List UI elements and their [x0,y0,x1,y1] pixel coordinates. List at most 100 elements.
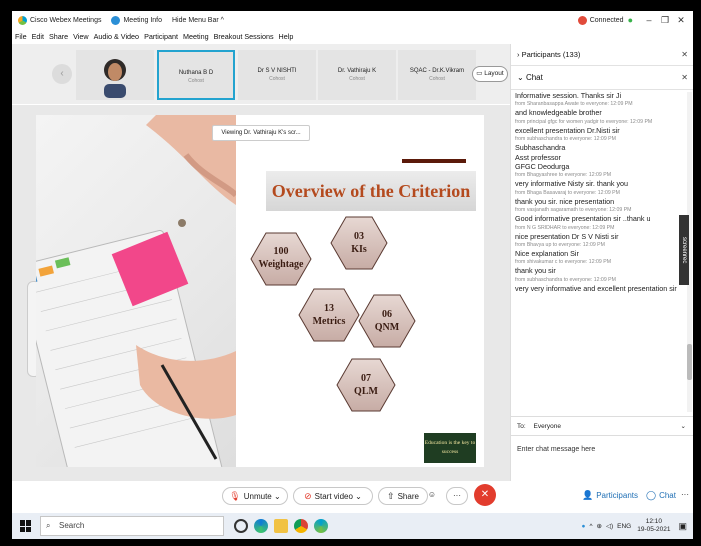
chat-message: thank you sir. nice presentation [515,196,615,206]
notification-icon[interactable]: ▣ [678,521,687,532]
self-video-tile[interactable] [76,50,154,100]
hex-number: 13 [324,303,334,314]
hexagon-qnm: 06 QNM [358,294,416,348]
chat-message-meta: from Sharanbasappa Awate to everyone: 12… [515,101,633,108]
meeting-info-label: Meeting Info [123,16,162,24]
more-options-button[interactable]: ··· [446,487,468,505]
participant-tile-2[interactable]: Dr S V NISHTI Cohost [238,50,316,100]
participant-strip: ‹ Nuthana B D Cohost Dr S V NISHTI Cohos… [12,44,510,104]
chat-message: excellent presentation Dr.Nisti sir [515,125,620,135]
hide-menu-label: Hide Menu Bar ^ [172,16,224,24]
menu-help[interactable]: Help [279,32,294,41]
volume-icon[interactable]: ◁) [606,522,613,530]
chat-title: Chat [525,73,543,82]
participant-tile-1[interactable]: Nuthana B D Cohost [157,50,235,100]
webex-window: Cisco Webex Meetings Meeting Info Hide M… [12,11,693,539]
chat-message-meta: from Bhagyashree to everyone: 12:09 PM [515,172,612,179]
clock[interactable]: 12:10 19-05-2021 [637,518,670,534]
start-video-button[interactable]: ⊘ Start video ⌄ [293,487,373,505]
webex-logo-icon [18,15,27,25]
search-icon: ⌕ [46,521,51,530]
chat-scroll-thumb[interactable] [687,344,692,380]
participants-count: Participants (133) [521,50,581,59]
network-icon[interactable]: ⊕ [597,522,602,530]
menu-bar: File Edit Share View Audio & Video Parti… [12,29,693,43]
close-chat-icon[interactable]: ✕ [681,66,688,90]
participants-label: Participants [596,491,638,500]
menu-audio-video[interactable]: Audio & Video [94,32,139,41]
right-panel: › Participants (133) ✕ ⌄ Chat ✕ Informat… [510,44,693,481]
slide-title: Overview of the Criterion [266,171,476,211]
chat-button[interactable]: ◯ Chat [644,487,678,505]
unmute-label: Unmute [243,492,272,501]
strip-prev-button[interactable]: ‹ [52,64,72,84]
menu-share[interactable]: Share [49,32,68,41]
connected-icon [577,15,587,25]
chat-icon: ◯ [646,490,657,500]
restore-icon[interactable]: ❐ [657,15,673,26]
hexagon-metrics: 13 Metrics [298,288,360,342]
reactions-button[interactable]: ☺ [422,487,442,505]
chat-log[interactable]: Informative session. Thanks sir Ji from … [515,91,685,411]
chat-message-meta: from N G SRIDHAR to everyone: 12:09 PM [515,224,615,231]
search-placeholder: Search [59,521,85,530]
chat-panel-header[interactable]: ⌄ Chat ✕ [511,66,693,90]
chat-message-meta: from Bhaga Basavaraj to everyone: 12:09 … [515,189,620,196]
windows-start-icon[interactable] [20,520,32,532]
leave-meeting-button[interactable]: ✕ [474,484,496,506]
hide-menu-bar-button[interactable]: Hide Menu Bar ^ [172,17,224,24]
task-view-icon[interactable] [234,519,248,533]
chevron-down-icon: ⌄ [517,73,526,82]
hexagon-qlm: 07 QLM [336,358,396,412]
chat-message-input[interactable]: Enter chat message here [517,442,687,476]
taskbar-search-box[interactable]: ⌕ Search [40,516,224,536]
tray-app-icon[interactable]: ● [582,523,586,530]
windows-taskbar: ⌕ Search ● ^ ⊕ ◁) ENG 12:10 19-05-2021 ▣ [12,513,693,539]
close-icon[interactable]: ✕ [673,15,689,26]
menu-participant[interactable]: Participant [144,32,178,41]
chat-recipient-select[interactable]: To: Everyone ⌄ [511,416,693,436]
system-tray: ● ^ ⊕ ◁) ENG 12:10 19-05-2021 ▣ [582,517,687,535]
layout-button[interactable]: ▭ Layout [472,66,508,82]
menu-meeting[interactable]: Meeting [183,32,209,41]
menu-file[interactable]: File [15,32,27,41]
photo-illustration [36,115,236,467]
close-participants-icon[interactable]: ✕ [681,44,688,66]
menu-view[interactable]: View [73,32,88,41]
chat-message-meta: from principal gfgc for women yadgir to … [515,118,653,125]
chat-message: GFGC Deodurga [515,162,570,172]
webex-taskbar-icon[interactable] [314,519,328,533]
menu-edit[interactable]: Edit [32,32,44,41]
participant-role: Cohost [269,76,285,82]
share-button[interactable]: ⇧ Share [378,487,428,505]
title-bar-right: Connected ● – ❐ ✕ [577,11,689,29]
chat-message: Nice explanation Sir [515,249,579,259]
shared-screen-area: Viewing Dr. Vathiraju K's scr... Overvie… [12,105,510,481]
video-off-icon: ⊘ [304,491,312,501]
file-explorer-icon[interactable] [274,519,288,533]
slide-title-decoration [402,159,466,163]
edge-icon[interactable] [254,519,268,533]
hexagon-kis: 03 KIs [330,216,388,270]
share-icon: ⇧ [387,491,395,501]
chrome-icon[interactable] [294,519,308,533]
meeting-info-button[interactable]: Meeting Info [111,15,162,25]
chat-message-meta: from Bhavya up to everyone: 12:09 PM [515,242,605,249]
chevron-up-icon[interactable]: ^ [589,523,592,530]
unmute-button[interactable]: 🎙 Unmute ⌄ [222,487,288,505]
menu-breakout-sessions[interactable]: Breakout Sessions [214,32,274,41]
app-title-text: Cisco Webex Meetings [30,16,102,24]
language-indicator[interactable]: ENG [617,523,631,530]
panel-more-button[interactable]: ··· [678,487,692,505]
to-label: To: [517,423,526,430]
participants-panel-header[interactable]: › Participants (133) ✕ [511,44,693,66]
chat-message: Subhaschandra [515,143,566,153]
connection-status[interactable]: Connected [590,17,624,24]
participant-tile-4[interactable]: SQAC - Dr.K.Vikram Cohost [398,50,476,100]
participant-tile-3[interactable]: Dr. Vathiraju K Cohost [318,50,396,100]
participant-role: Cohost [188,78,204,84]
participants-button[interactable]: 👤 Participants [578,487,642,505]
education-badge: Education is the key to success [424,433,476,463]
minimize-icon[interactable]: – [641,15,657,25]
chat-message-meta: from subhaschandra to everyone: 12:09 PM [515,136,616,143]
